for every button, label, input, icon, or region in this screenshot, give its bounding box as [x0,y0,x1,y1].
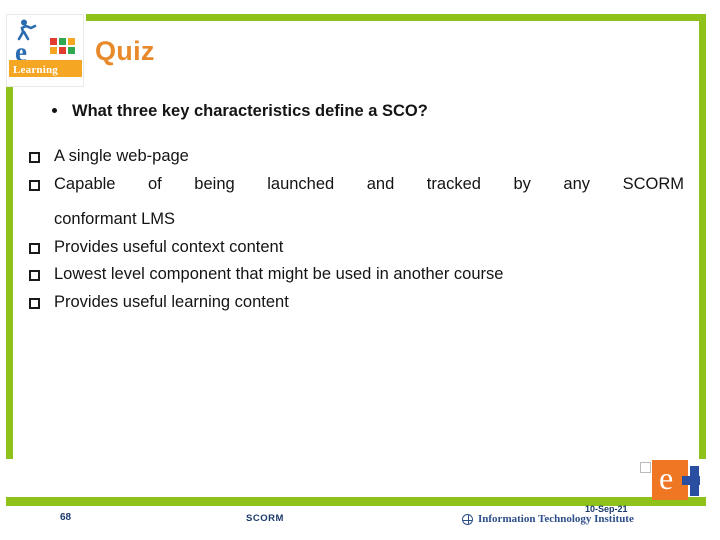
elearning-logo-inner: e Learning [9,17,82,85]
slide-number: 68 [60,512,72,523]
logo-word: Learning [13,64,58,76]
elogo-letter: e [659,460,674,496]
answer-text: Provides useful context content [54,237,284,256]
globe-icon [462,514,473,525]
slide-body: What three key characteristics define a … [24,100,684,321]
answer-text: Lowest level component that might be use… [54,265,504,284]
list-item: Provides useful learning content [24,292,684,312]
answer-text-line1: Capable of being launched and tracked by… [54,174,684,193]
list-item: A single web-page [24,147,684,166]
frame-right-border [699,14,706,459]
footer-institute: Information Technology Institute [478,513,634,525]
elearning-logo: e Learning [6,14,84,87]
footer-label: SCORM [246,513,284,524]
frame-top-border [86,14,706,21]
answer-list: A single web-page Capable of being launc… [24,147,684,312]
checkbox-icon [29,270,40,282]
elogo-bar-vertical [690,466,699,496]
list-item: Capable of being launched and tracked by… [24,174,684,229]
list-item: Lowest level component that might be use… [24,265,684,284]
answer-text: Provides useful learning content [54,292,289,311]
placeholder-mark-icon [640,462,651,473]
list-item: Provides useful context content [24,237,684,257]
checkbox-icon [29,179,40,191]
page-title: Quiz [95,36,155,66]
question-bullet: What three key characteristics define a … [24,100,684,122]
iti-e-logo: e [652,460,700,506]
slide: e Learning Quiz What three key character… [0,0,720,540]
bullet-dot-icon [52,108,57,113]
checkbox-icon [29,242,40,254]
checkbox-icon [29,152,40,163]
checkbox-icon [29,297,40,309]
answer-text-line2: conformant LMS [54,209,176,228]
question-text: What three key characteristics define a … [72,102,428,120]
answer-text: A single web-page [54,147,189,165]
